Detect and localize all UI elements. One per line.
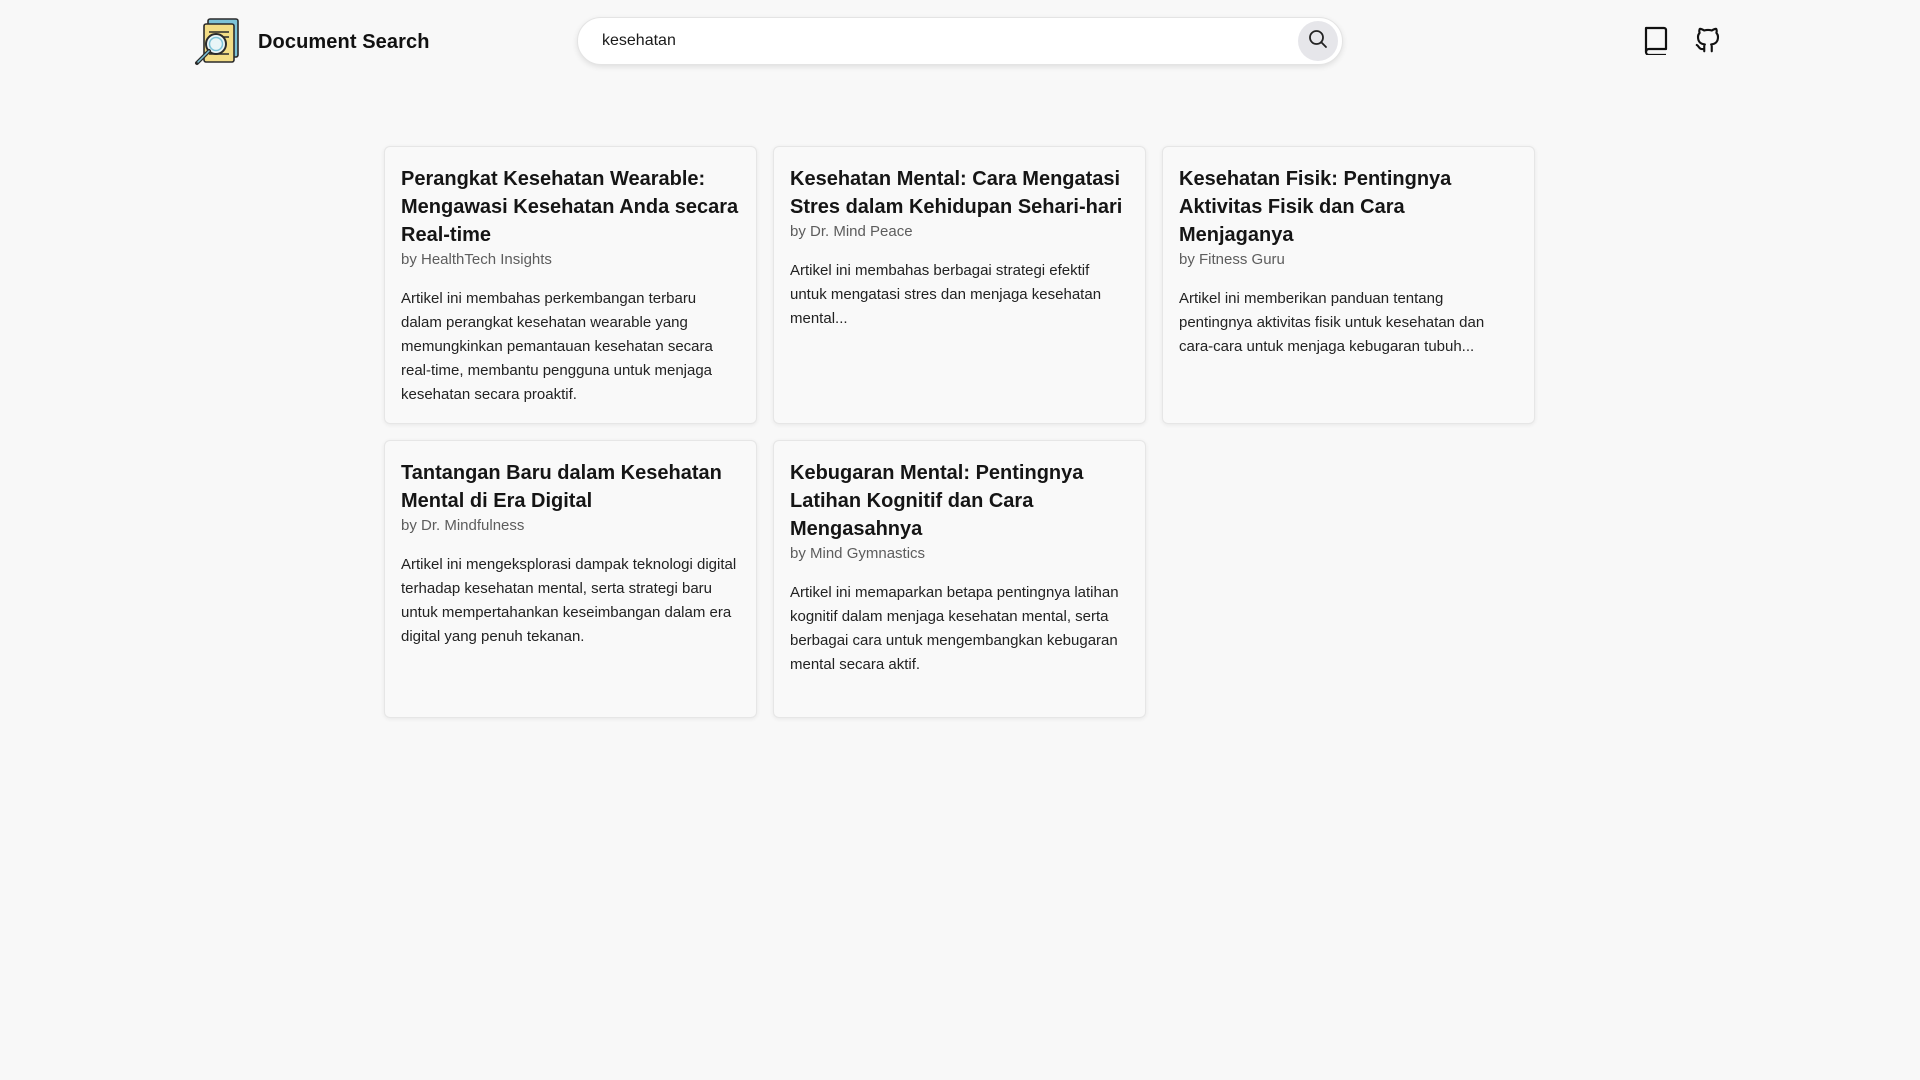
card-description: Artikel ini membahas berbagai strategi e… (790, 262, 1102, 327)
result-card[interactable]: Perangkat Kesehatan Wearable: Mengawasi … (384, 146, 757, 424)
search-bar (577, 17, 1343, 65)
card-author: by Dr. Mind Peace (790, 223, 913, 240)
header: Document Search (0, 0, 1920, 84)
brand[interactable]: Document Search (192, 14, 430, 70)
card-title[interactable]: Tantangan Baru dalam Kesehatan Mental di… (401, 459, 740, 515)
result-card[interactable]: Kesehatan Mental: Cara Mengatasi Stres d… (773, 146, 1146, 424)
card-description: Artikel ini memberikan panduan tentang p… (1179, 290, 1485, 355)
card-author: by Fitness Guru (1179, 251, 1285, 268)
book-icon[interactable] (1640, 22, 1672, 58)
document-search-icon (192, 16, 246, 68)
header-actions (1640, 22, 1724, 58)
card-description: Artikel ini membahas perkembangan terbar… (401, 290, 713, 403)
brand-title: Document Search (258, 30, 430, 53)
search-button[interactable] (1298, 21, 1338, 61)
search-icon (1308, 29, 1328, 54)
card-title[interactable]: Perangkat Kesehatan Wearable: Mengawasi … (401, 165, 740, 249)
card-description: Artikel ini memaparkan betapa pentingnya… (790, 584, 1119, 673)
result-card[interactable]: Tantangan Baru dalam Kesehatan Mental di… (384, 440, 757, 718)
results-grid: Perangkat Kesehatan Wearable: Mengawasi … (384, 146, 1536, 718)
card-title[interactable]: Kesehatan Mental: Cara Mengatasi Stres d… (790, 165, 1129, 221)
card-author: by HealthTech Insights (401, 251, 552, 268)
card-author: by Mind Gymnastics (790, 545, 926, 562)
search-input[interactable] (578, 18, 1298, 64)
result-card[interactable]: Kebugaran Mental: Pentingnya Latihan Kog… (773, 440, 1146, 718)
result-card[interactable]: Kesehatan Fisik: Pentingnya Aktivitas Fi… (1162, 146, 1535, 424)
card-title[interactable]: Kesehatan Fisik: Pentingnya Aktivitas Fi… (1179, 165, 1518, 249)
card-description: Artikel ini mengeksplorasi dampak teknol… (401, 556, 737, 645)
card-author: by Dr. Mindfulness (401, 517, 525, 534)
card-title[interactable]: Kebugaran Mental: Pentingnya Latihan Kog… (790, 459, 1129, 543)
github-icon[interactable] (1692, 22, 1724, 58)
